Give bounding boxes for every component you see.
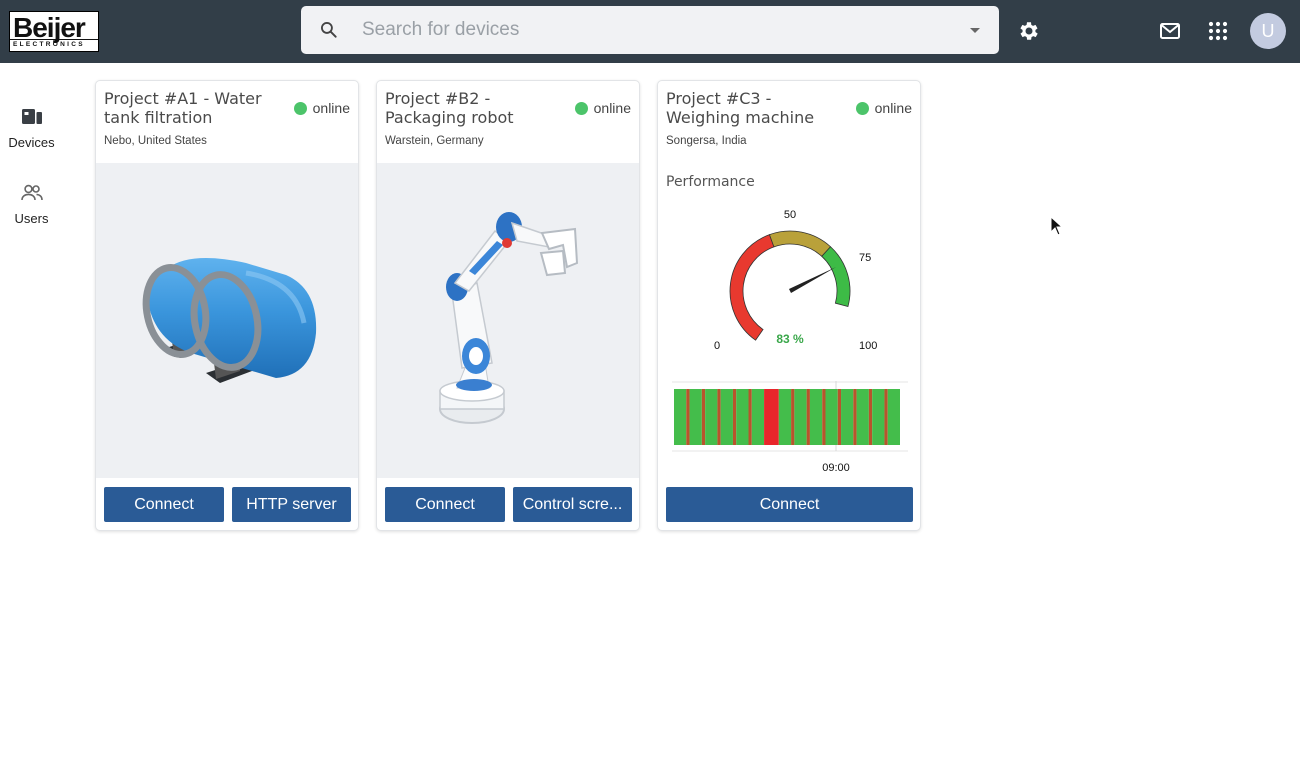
performance-heading: Performance xyxy=(666,174,755,190)
connect-button[interactable]: Connect xyxy=(666,487,913,522)
timeline-segment xyxy=(751,389,765,445)
timeline-segment xyxy=(822,389,826,445)
timeline-segment xyxy=(837,389,842,445)
timeline-segment xyxy=(868,389,873,445)
timeline-segment xyxy=(856,389,869,445)
gauge-value-label: 83 % xyxy=(776,332,804,346)
timeline-segment xyxy=(872,389,885,445)
gauge-label-0: 0 xyxy=(714,340,720,352)
timeline-segment xyxy=(887,389,900,445)
device-location: Songersa, India xyxy=(666,135,747,147)
device-image xyxy=(96,163,358,478)
top-bar: Beijer ELECTRONICS U xyxy=(0,0,1300,63)
mail-icon[interactable] xyxy=(1158,19,1182,43)
gear-icon[interactable] xyxy=(1017,19,1041,43)
sidebar-item-label: Users xyxy=(14,211,49,226)
connect-button[interactable]: Connect xyxy=(104,487,224,522)
logo-divider xyxy=(10,39,98,40)
http-server-button[interactable]: HTTP server xyxy=(232,487,351,522)
logo-subtitle: ELECTRONICS xyxy=(13,41,85,48)
timeline-segment xyxy=(717,389,721,445)
timeline-segment xyxy=(764,389,779,445)
timeline-segment xyxy=(884,389,888,445)
sidebar-item-devices[interactable]: Devices xyxy=(0,105,63,150)
chevron-down-icon[interactable] xyxy=(970,28,980,33)
timeline-segment xyxy=(794,389,807,445)
device-card-c3[interactable]: Project #C3 - Weighing machine online So… xyxy=(657,80,921,531)
device-card-a1[interactable]: Project #A1 - Water tank filtration onli… xyxy=(95,80,359,531)
water-tank-illustration xyxy=(142,258,317,383)
timeline-segment xyxy=(841,389,854,445)
status-timeline: 09:00 xyxy=(672,381,908,473)
gauge-label-75: 75 xyxy=(859,252,871,264)
timeline-segment xyxy=(720,389,733,445)
timeline-segment xyxy=(736,389,749,445)
apps-grid-icon[interactable] xyxy=(1206,19,1230,43)
beijer-logo[interactable]: Beijer ELECTRONICS xyxy=(9,11,99,52)
online-indicator-icon xyxy=(293,102,307,115)
search-input[interactable] xyxy=(362,16,942,44)
device-card-b2[interactable]: Project #B2 - Packaging robot online War… xyxy=(376,80,640,531)
status-badge: online xyxy=(855,100,912,116)
device-image xyxy=(377,163,639,478)
timeline-segment xyxy=(778,389,792,445)
online-indicator-icon xyxy=(855,102,869,115)
gauge-needle xyxy=(788,266,837,293)
timeline-segment xyxy=(748,389,752,445)
timeline-segment xyxy=(791,389,795,445)
gauge-zone-0 xyxy=(729,234,775,341)
sidebar-item-label: Devices xyxy=(8,135,55,150)
connect-button[interactable]: Connect xyxy=(385,487,505,522)
device-location: Nebo, United States xyxy=(104,135,207,147)
device-title: Project #C3 - Weighing machine xyxy=(666,89,815,127)
users-icon xyxy=(20,184,43,201)
device-title: Project #B2 - Packaging robot xyxy=(385,89,514,127)
mouse-cursor-icon xyxy=(1050,216,1064,236)
status-badge: online xyxy=(293,100,350,116)
status-text: online xyxy=(874,100,912,116)
timeline-segment xyxy=(732,389,737,445)
sidebar-item-users[interactable]: Users xyxy=(0,181,63,226)
status-text: online xyxy=(312,100,350,116)
search-icon xyxy=(321,22,337,38)
timeline-segment xyxy=(701,389,706,445)
timeline-segment xyxy=(825,389,838,445)
timeline-segment xyxy=(853,389,857,445)
device-title: Project #A1 - Water tank filtration xyxy=(104,89,262,127)
user-avatar[interactable]: U xyxy=(1250,13,1286,49)
device-search-bar[interactable] xyxy=(301,6,999,54)
robot-arm-illustration xyxy=(439,212,579,424)
performance-gauge: 50 75 0 100 83 % xyxy=(714,209,877,352)
gauge-label-100: 100 xyxy=(859,340,877,352)
timeline-segment xyxy=(686,389,690,445)
gauge-zone-2 xyxy=(821,246,851,308)
online-indicator-icon xyxy=(574,102,588,115)
gauge-label-50: 50 xyxy=(784,209,796,221)
device-location: Warstein, Germany xyxy=(385,135,484,147)
timeline-segment xyxy=(809,389,823,445)
timeline-time-label: 09:00 xyxy=(822,462,850,473)
timeline-segment xyxy=(705,389,718,445)
timeline-segment xyxy=(674,389,687,445)
status-badge: online xyxy=(574,100,631,116)
status-text: online xyxy=(593,100,631,116)
control-screen-button[interactable]: Control scre... xyxy=(513,487,632,522)
devices-icon xyxy=(21,109,42,124)
timeline-segment xyxy=(806,389,810,445)
gauge-zone-1 xyxy=(768,230,832,257)
timeline-segment xyxy=(689,389,702,445)
